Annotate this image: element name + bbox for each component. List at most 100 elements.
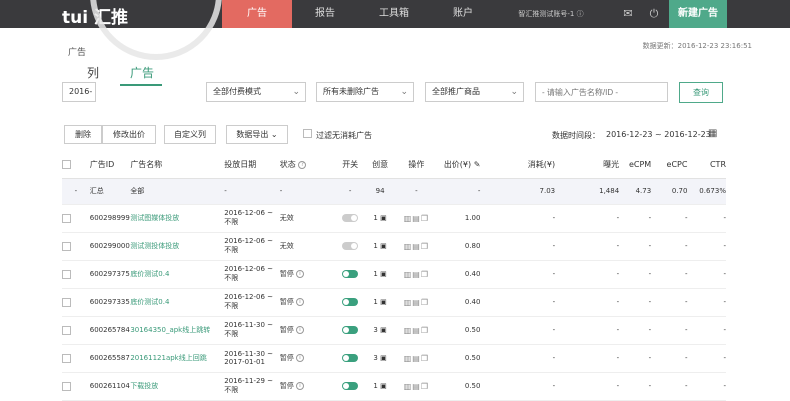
- table-row[interactable]: 600297375 底价测试0.4 2016-12-06 ~ 不限 暂停 i1 ▣ ▥▤…: [62, 260, 726, 289]
- tab-plan[interactable]: 列: [87, 64, 99, 81]
- ad-name-link[interactable]: 测试图媒体投放: [130, 204, 225, 233]
- col-ctr[interactable]: CTR: [687, 152, 726, 179]
- table-row[interactable]: 600265784 30164350_apk线上跳转 2016-11-30 ~ 不限…: [62, 316, 726, 345]
- col-ecpm[interactable]: eCPM: [619, 152, 652, 179]
- ad-bid[interactable]: 0.50: [437, 344, 481, 373]
- copy-icon[interactable]: ❐: [421, 214, 429, 223]
- billing-select[interactable]: 全部付费模式 ⌄: [206, 82, 306, 102]
- copy-icon[interactable]: ❐: [421, 242, 429, 251]
- power-icon[interactable]: ⏻: [640, 0, 668, 28]
- copy-icon[interactable]: ❐: [421, 270, 429, 279]
- copy-icon[interactable]: ❐: [421, 298, 429, 307]
- info-icon[interactable]: i: [295, 326, 304, 334]
- chart-icon[interactable]: ▥: [404, 242, 413, 251]
- ad-toggle-switch[interactable]: [342, 382, 359, 390]
- row-checkbox[interactable]: [62, 353, 71, 363]
- ad-bid[interactable]: 0.50: [437, 316, 481, 345]
- info-icon[interactable]: i: [295, 382, 304, 390]
- image-icon[interactable]: ▣: [380, 326, 387, 334]
- ad-name-link[interactable]: 底价测试0.4: [130, 288, 225, 317]
- date-range-value[interactable]: 2016-12-23 ~ 2016-12-23: [606, 130, 711, 139]
- custom-columns-button[interactable]: 自定义列: [164, 125, 216, 144]
- row-checkbox[interactable]: [62, 241, 71, 251]
- row-checkbox[interactable]: [62, 269, 71, 279]
- ad-toggle-switch[interactable]: [342, 214, 359, 222]
- ad-toggle-switch[interactable]: [342, 298, 359, 306]
- col-ecpc[interactable]: eCPC: [651, 152, 688, 179]
- row-checkbox[interactable]: [62, 213, 71, 223]
- report-icon[interactable]: ▤: [412, 214, 421, 223]
- table-row[interactable]: 600261104 下载投放 2016-11-29 ~ 不限 暂停 i1 ▣ ▥▤❐ 0.…: [62, 372, 726, 401]
- row-checkbox[interactable]: [62, 297, 71, 307]
- report-icon[interactable]: ▤: [412, 354, 421, 363]
- report-icon[interactable]: ▤: [412, 298, 421, 307]
- chart-icon[interactable]: ▥: [404, 214, 413, 223]
- account-menu[interactable]: 智汇推测试账号-1 ⓘ: [496, 0, 606, 28]
- chart-icon[interactable]: ▥: [404, 382, 413, 391]
- copy-icon[interactable]: ❐: [421, 326, 429, 335]
- mail-icon[interactable]: ✉: [614, 0, 642, 28]
- product-select[interactable]: 全部推广商品 ⌄: [425, 82, 524, 102]
- info-icon[interactable]: i: [295, 298, 304, 306]
- calendar-icon[interactable]: ▦: [708, 128, 717, 139]
- ad-toggle-switch[interactable]: [342, 270, 359, 278]
- copy-icon[interactable]: ❐: [421, 382, 429, 391]
- col-cost[interactable]: 消耗(¥): [480, 152, 556, 179]
- chart-icon[interactable]: ▥: [404, 354, 413, 363]
- report-icon[interactable]: ▤: [412, 382, 421, 391]
- image-icon[interactable]: ▣: [380, 270, 387, 278]
- image-icon[interactable]: ▣: [380, 298, 387, 306]
- row-checkbox[interactable]: [62, 325, 71, 335]
- nav-account[interactable]: 账户: [430, 0, 496, 28]
- ad-toggle-switch[interactable]: [342, 326, 359, 334]
- image-icon[interactable]: ▣: [380, 242, 387, 250]
- edit-icon[interactable]: ✎: [474, 160, 481, 169]
- info-icon[interactable]: i: [295, 270, 304, 278]
- chart-icon[interactable]: ▥: [404, 298, 413, 307]
- nav-ads[interactable]: 广告: [222, 0, 292, 28]
- ad-bid[interactable]: 0.80: [437, 232, 481, 261]
- table-row[interactable]: 600297335 底价测试0.4 2016-12-06 ~ 不限 暂停 i1 ▣ ▥▤…: [62, 288, 726, 317]
- table-row[interactable]: 600299000 测试测投体投放 2016-12-06 ~ 不限 无效 1 ▣ ▥▤❐ 0…: [62, 232, 726, 261]
- col-impressions[interactable]: 曝光: [555, 152, 620, 179]
- ad-name-link[interactable]: 20161121apk线上回跳: [130, 344, 225, 373]
- chart-icon[interactable]: ▥: [404, 326, 413, 335]
- status-select[interactable]: 所有未删除广告 ⌄: [316, 82, 414, 102]
- nav-toolbox[interactable]: 工具箱: [358, 0, 430, 28]
- ad-toggle-switch[interactable]: [342, 354, 359, 362]
- col-ad-id[interactable]: 广告ID: [89, 152, 131, 179]
- table-row[interactable]: 600265587 20161121apk线上回跳 2016-11-30 ~ 201…: [62, 344, 726, 373]
- ad-toggle-switch[interactable]: [342, 242, 359, 250]
- ad-name-link[interactable]: 下载投放: [130, 372, 225, 401]
- query-button[interactable]: 查询: [679, 82, 723, 103]
- ad-bid[interactable]: 1.00: [437, 204, 481, 233]
- ad-name-link[interactable]: 30164350_apk线上跳转: [130, 316, 225, 345]
- nav-report[interactable]: 报告: [292, 0, 358, 28]
- date-select[interactable]: 2016-: [62, 82, 96, 102]
- edit-bid-button[interactable]: 修改出价: [102, 125, 156, 144]
- report-icon[interactable]: ▤: [412, 270, 421, 279]
- chart-icon[interactable]: ▥: [404, 270, 413, 279]
- ad-name-link[interactable]: 测试测投体投放: [130, 232, 225, 261]
- image-icon[interactable]: ▣: [380, 354, 387, 362]
- info-icon[interactable]: i: [295, 354, 304, 362]
- ad-bid[interactable]: 0.50: [437, 372, 481, 401]
- ad-bid[interactable]: 0.40: [437, 260, 481, 289]
- tab-ads[interactable]: 广告: [130, 64, 154, 81]
- table-row[interactable]: 600298999 测试图媒体投放 2016-12-06 ~ 不限 无效 1 ▣ ▥▤❐ 1…: [62, 204, 726, 233]
- logo[interactable]: tui 汇推: [62, 3, 128, 28]
- export-button[interactable]: 数据导出 ⌄: [226, 125, 288, 144]
- new-ad-button[interactable]: 新建广告: [669, 0, 727, 28]
- image-icon[interactable]: ▣: [380, 382, 387, 390]
- ad-bid[interactable]: 0.40: [437, 288, 481, 317]
- filter-no-cost-checkbox[interactable]: [303, 129, 312, 138]
- ad-name-link[interactable]: 底价测试0.4: [130, 260, 225, 289]
- select-all-checkbox[interactable]: [62, 160, 71, 170]
- search-input[interactable]: [535, 82, 668, 102]
- image-icon[interactable]: ▣: [380, 214, 387, 222]
- copy-icon[interactable]: ❐: [421, 354, 429, 363]
- row-checkbox[interactable]: [62, 381, 71, 391]
- report-icon[interactable]: ▤: [412, 326, 421, 335]
- report-icon[interactable]: ▤: [412, 242, 421, 251]
- delete-button[interactable]: 删除: [64, 125, 102, 144]
